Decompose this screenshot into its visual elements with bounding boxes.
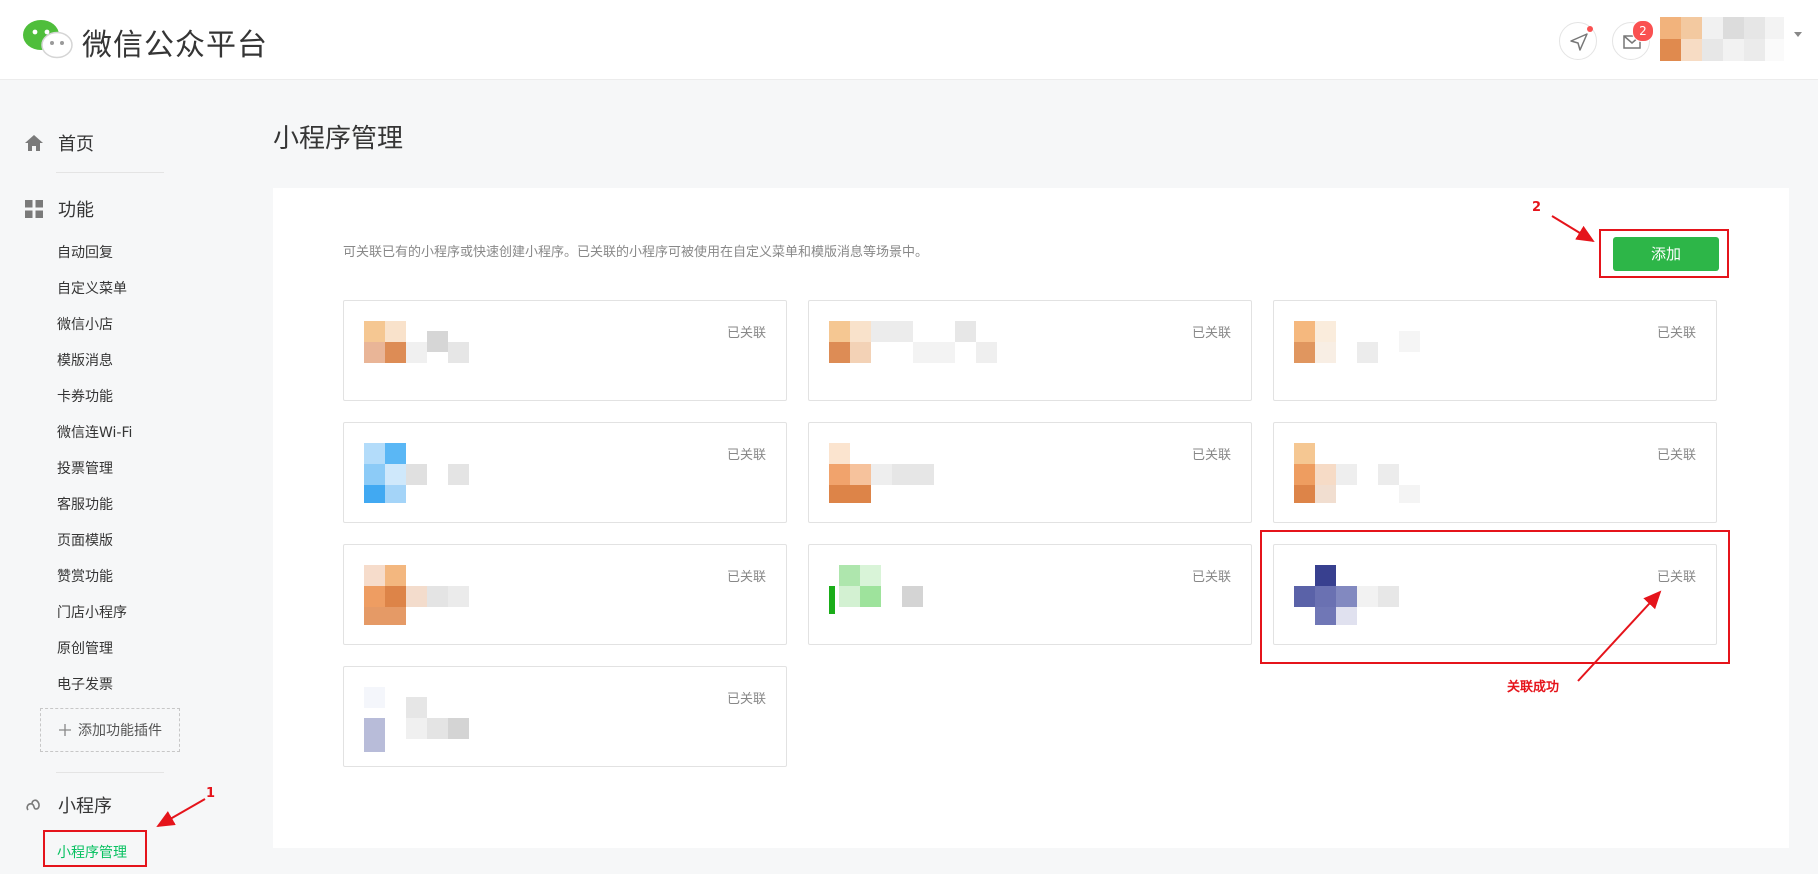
arrow-to-add-button (1551, 215, 1595, 243)
arrow-to-menu-item (156, 798, 206, 827)
annotation-arrows (156, 215, 1662, 827)
arrow-to-linked-card (1577, 590, 1662, 682)
